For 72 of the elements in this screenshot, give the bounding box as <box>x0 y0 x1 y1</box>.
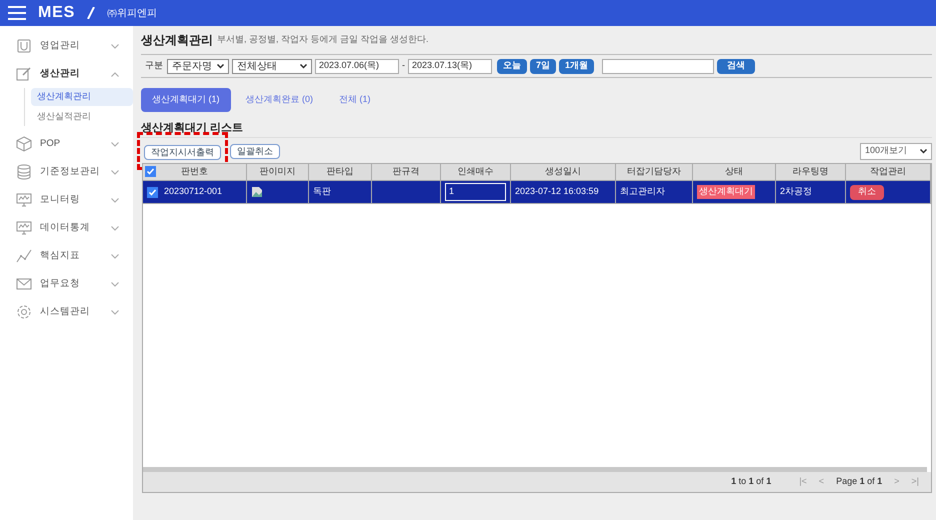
record-count: 1 to 1 of 1 <box>731 475 772 488</box>
column-header: 생성일시 <box>545 165 581 178</box>
monitor-icon <box>16 192 32 208</box>
edit-icon <box>16 66 32 82</box>
sidebar-subitem[interactable]: 생산실적관리 <box>31 108 133 126</box>
cube-icon <box>16 136 32 152</box>
column-header: 터잡기담당자 <box>627 165 681 178</box>
column-header: 상태 <box>725 165 743 178</box>
broken-image-icon <box>251 186 263 198</box>
filter-label: 구분 <box>145 59 163 72</box>
column-header: 판이미지 <box>260 165 296 178</box>
line-chart-icon <box>16 248 32 264</box>
table-cell-text: 최고관리자 <box>620 185 665 198</box>
chevron-down-icon <box>920 148 927 154</box>
date-range-button[interactable]: 7일 <box>530 58 556 74</box>
column-header: 판번호 <box>181 165 208 178</box>
sidebar-item[interactable]: 데이터통계 <box>0 214 133 242</box>
action-button[interactable]: 작업지시서출력 <box>144 145 221 160</box>
sidebar-item[interactable]: 생산관리 <box>0 60 133 88</box>
column-header: 라우팅명 <box>792 165 828 178</box>
sidebar-item[interactable]: 모니터링 <box>0 186 133 214</box>
date-range-button[interactable]: 1개월 <box>559 58 594 74</box>
page-description: 부서별, 공정별, 작업자 등에게 금일 작업을 생성한다. <box>217 33 429 46</box>
settings-icon <box>16 304 32 320</box>
column-header: 작업관리 <box>870 165 906 178</box>
date-separator: - <box>402 59 405 72</box>
column-header: 인쇄매수 <box>458 165 494 178</box>
slash-icon <box>87 7 96 19</box>
sidebar-item[interactable]: 기준정보관리 <box>0 158 133 186</box>
table-cell-text: 2차공정 <box>780 185 812 198</box>
sidebar-item[interactable]: POP <box>0 130 133 158</box>
dropdown[interactable]: 전체상태 <box>232 58 312 74</box>
company-name: ㈜위피엔피 <box>107 6 158 20</box>
table-cell-text: 독판 <box>313 185 331 198</box>
tab[interactable]: 생산계획완료 (0) <box>234 88 324 112</box>
column-header: 판규격 <box>392 165 420 178</box>
page-size-select[interactable]: 100개보기 <box>860 142 932 160</box>
table-row[interactable]: 20230712-001 독판 1 2023-07-12 16:03:59 최고관리자 생산계획대기 2차공정 취소 <box>143 181 931 204</box>
tab[interactable]: 생산계획대기 (1) <box>141 88 230 112</box>
list-title: 생산계획대기 리스트 <box>141 120 932 138</box>
cup-icon <box>16 38 32 54</box>
horizontal-scrollbar[interactable] <box>143 467 927 472</box>
date-field[interactable]: 2023.07.06(목) <box>315 58 399 74</box>
page-indicator: Page 1 of 1 <box>836 475 882 488</box>
date-field[interactable]: 2023.07.13(목) <box>408 58 492 74</box>
chevron-down-icon <box>300 64 307 68</box>
sidebar-item[interactable]: 영업관리 <box>0 32 133 60</box>
action-button[interactable]: 일괄취소 <box>230 144 280 158</box>
app-logo: MES <box>38 3 76 23</box>
sidebar-item[interactable]: 시스템관리 <box>0 298 133 326</box>
copies-input[interactable]: 1 <box>445 183 506 201</box>
row-checkbox[interactable] <box>147 186 158 198</box>
sidebar-item[interactable]: 핵심지표 <box>0 242 133 270</box>
select-all-checkbox[interactable] <box>145 166 156 177</box>
status-badge: 생산계획대기 <box>697 185 755 199</box>
sidebar-item[interactable]: 업무요청 <box>0 270 133 298</box>
date-range-button[interactable]: 오늘 <box>497 58 527 74</box>
tab[interactable]: 전체 (1) <box>328 88 382 112</box>
column-header: 판타입 <box>326 165 354 178</box>
database-icon <box>16 164 32 180</box>
monitor-icon <box>16 220 32 236</box>
menu-icon[interactable] <box>8 6 26 20</box>
mail-icon <box>16 276 32 292</box>
dropdown[interactable]: 주문자명 <box>167 58 229 74</box>
sidebar-subitem[interactable]: 생산계획관리 <box>31 88 133 106</box>
page-title: 생산계획관리 <box>141 32 213 49</box>
table-cell-text: 2023-07-12 16:03:59 <box>515 185 599 198</box>
cancel-button[interactable]: 취소 <box>850 184 884 200</box>
table-cell-text: 20230712-001 <box>164 185 222 198</box>
search-field[interactable] <box>602 58 714 74</box>
search-button[interactable]: 검색 <box>717 58 756 74</box>
chevron-down-icon <box>217 64 224 68</box>
